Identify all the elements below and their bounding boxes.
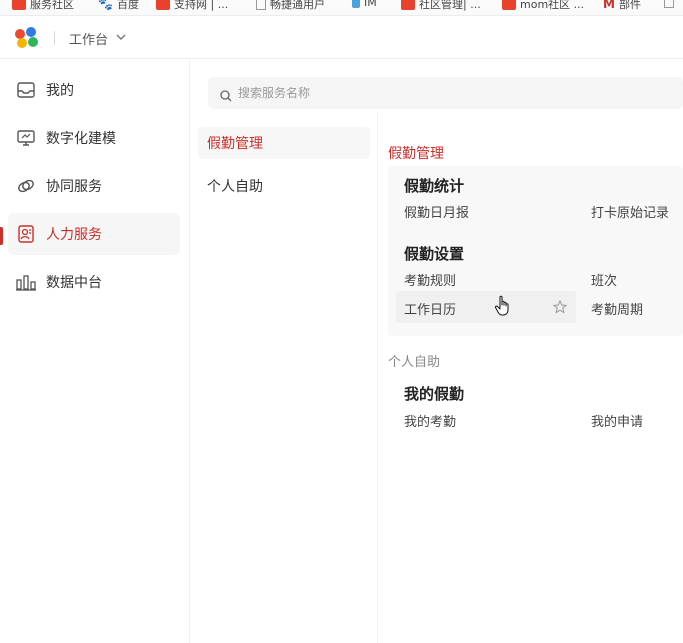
- header-divider: [54, 31, 55, 45]
- page-icon: [664, 0, 674, 8]
- favorite-star-icon[interactable]: [552, 299, 568, 314]
- nav-item-collaboration[interactable]: 协同服务: [8, 165, 180, 207]
- bookmark-icon: [401, 0, 415, 10]
- bookmark-icon: [156, 0, 170, 10]
- section-title-self-service: 个人自助: [388, 355, 441, 370]
- page-icon: [256, 0, 266, 10]
- bookmark-baidu[interactable]: 🐾 百度: [98, 0, 139, 12]
- bookmark-icon: [12, 0, 26, 10]
- bar-chart-icon: [16, 272, 36, 292]
- nav-active-indicator: [0, 227, 3, 245]
- bookmark-mom-community[interactable]: mom社区 ...: [502, 0, 584, 12]
- bookmarks-bar: 服务社区 🐾 百度 支持网 | ... 畅捷通用户 IM 社区管理| ... m…: [0, 0, 683, 16]
- baidu-paw-icon: 🐾: [98, 0, 113, 11]
- search-input[interactable]: [238, 86, 638, 100]
- workspace-switcher[interactable]: 工作台: [69, 29, 126, 48]
- app-logo-icon[interactable]: [15, 27, 41, 49]
- service-my-applications[interactable]: 我的申请: [591, 411, 643, 430]
- app-header: 工作台: [0, 17, 683, 59]
- service-my-attendance[interactable]: 我的考勤: [404, 411, 456, 430]
- monitor-icon: [16, 128, 36, 148]
- service-work-calendar[interactable]: 工作日历: [404, 299, 456, 318]
- search-icon: [220, 87, 232, 102]
- bookmark-more[interactable]: [664, 0, 674, 8]
- nav-item-mine[interactable]: 我的: [8, 69, 180, 111]
- group-title-attendance-settings: 假勤设置: [404, 245, 465, 263]
- group-title-my-leave: 我的假勤: [404, 385, 465, 403]
- service-attendance-rules[interactable]: 考勤规则: [404, 270, 456, 289]
- widget-logo-icon: M: [603, 0, 615, 11]
- bookmark-widget[interactable]: M 部件: [603, 0, 641, 12]
- bookmark-service-community[interactable]: 服务社区: [12, 0, 74, 12]
- bookmark-community-admin[interactable]: 社区管理| ...: [401, 0, 481, 12]
- link-icon: [16, 176, 36, 196]
- workspace-label: 工作台: [69, 33, 109, 48]
- left-nav: 我的 数字化建模 协同服务 人力服务 数据中台: [0, 60, 190, 643]
- service-punch-raw-records[interactable]: 打卡原始记录: [591, 202, 669, 221]
- service-attendance-period[interactable]: 考勤周期: [591, 299, 643, 318]
- nav-item-hr-service[interactable]: 人力服务: [8, 213, 180, 255]
- service-search[interactable]: [208, 77, 683, 109]
- bookmark-support[interactable]: 支持网 | ...: [156, 0, 228, 12]
- group-title-attendance-stats: 假勤统计: [404, 177, 465, 195]
- service-shifts[interactable]: 班次: [591, 270, 617, 289]
- category-column: 假勤管理 个人自助: [190, 112, 378, 643]
- bookmark-im[interactable]: IM: [352, 0, 377, 9]
- chevron-down-icon: [116, 33, 126, 44]
- category-self-service[interactable]: 个人自助: [198, 170, 370, 202]
- service-daily-monthly-report[interactable]: 假勤日月报: [404, 202, 469, 221]
- nav-item-digital-modeling[interactable]: 数字化建模: [8, 117, 180, 159]
- category-attendance[interactable]: 假勤管理: [198, 127, 370, 159]
- section-title-attendance: 假勤管理: [388, 146, 444, 162]
- im-icon: [352, 0, 360, 8]
- inbox-icon: [16, 80, 36, 100]
- nav-item-data-platform[interactable]: 数据中台: [8, 261, 180, 303]
- hand-pointer-cursor-icon: [494, 295, 512, 317]
- bookmark-chanjet-user[interactable]: 畅捷通用户: [256, 0, 325, 12]
- person-card-icon: [16, 224, 36, 244]
- bookmark-icon: [502, 0, 516, 10]
